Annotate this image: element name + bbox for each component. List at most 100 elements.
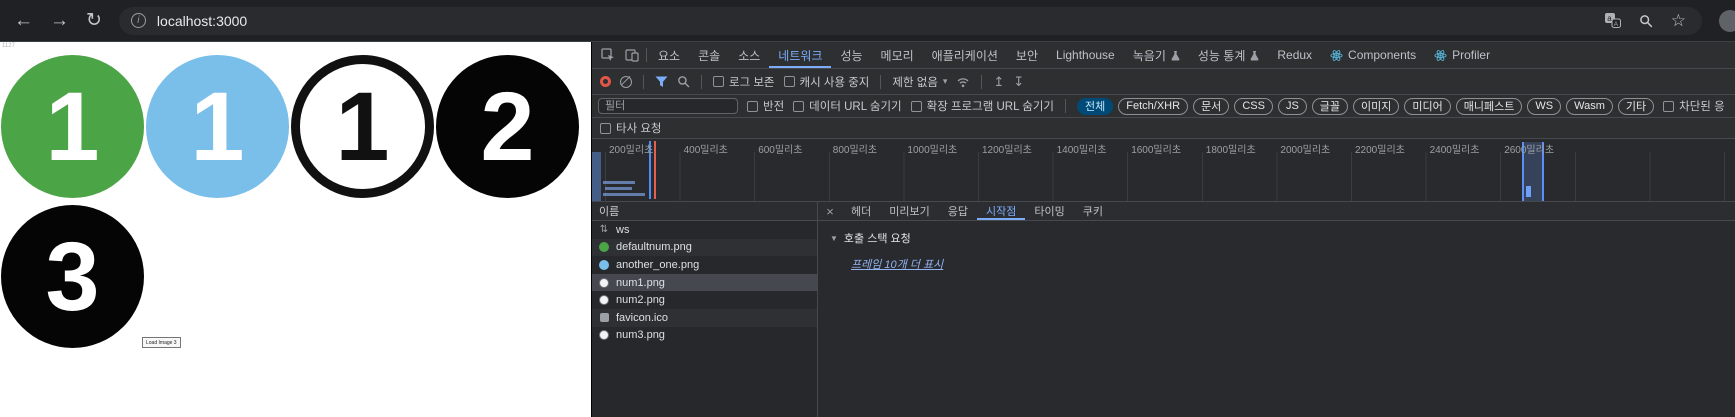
record-network-log-icon[interactable] [600,76,611,87]
request-name: defaultnum.png [616,241,692,254]
page-content: 1127 11123 Load Image 3 [0,42,591,417]
show-more-frames-link[interactable]: 프레임 10개 더 표시 [851,256,943,272]
timeline-tick-label: 400밀리초 [683,145,728,156]
number-circle-3: 1 [291,55,434,198]
request-row[interactable]: another_one.png [592,256,817,274]
devtools-tab-network[interactable]: 네트워크 [769,42,831,68]
devtools-tab-lighthouse[interactable]: Lighthouse [1047,42,1124,68]
tab-label: 녹음기 [1132,48,1166,63]
disable-cache-checkbox[interactable]: 캐시 사용 중지 [783,74,869,90]
blocked-response-cookies-checkbox[interactable]: 차단된 응 [1663,98,1725,114]
filter-chip-3[interactable]: CSS [1234,97,1273,115]
checkbox-label: 확장 프로그램 URL 숨기기 [926,101,1055,113]
bookmark-star-icon[interactable]: ☆ [1671,11,1686,31]
detail-tab-5[interactable]: 쿠키 [1074,202,1112,220]
devtools-tab-performance-insights[interactable]: 성능 통계 [1189,42,1269,68]
request-row[interactable]: num1.png [592,273,817,292]
tab-label: 메모리 [880,48,914,63]
filter-chip-9[interactable]: WS [1527,97,1562,115]
devtools-tab-components[interactable]: Components [1321,42,1425,68]
request-details-panel: × 헤더 미리보기 응답 시작점 타이밍 쿠키 ▼ 호출 스택 요청 프레임 10개 더 … [818,202,1735,417]
devtools-tab-profiler[interactable]: Profiler [1425,42,1499,68]
close-icon[interactable]: × [818,202,842,220]
site-info-icon[interactable]: i [130,13,146,28]
timeline-request-bar [1526,186,1531,197]
checkbox-label: 차단된 응 [1679,101,1725,113]
devtools-tab-security[interactable]: 보안 [1007,42,1047,68]
detail-tab-2[interactable]: 응답 [939,202,977,220]
invert-filter-checkbox[interactable]: 반전 [747,98,784,114]
back-button[interactable]: ← [14,11,33,30]
reload-button[interactable]: ↻ [86,11,102,30]
filter-chip-2[interactable]: 문서 [1193,97,1230,115]
inspect-element-icon[interactable] [596,42,620,68]
separator [646,48,647,62]
network-overview[interactable]: 200밀리초 400밀리초 600밀리초 800밀리초 1000밀리초 1200밀리초 14… [592,139,1735,202]
device-toolbar-icon[interactable] [620,42,644,68]
request-row[interactable]: defaultnum.png [592,238,817,257]
zoom-icon[interactable] [1639,14,1653,28]
flask-icon [1250,50,1259,60]
devtools-tab-application[interactable]: 애플리케이션 [923,42,1007,68]
filter-chip-4[interactable]: JS [1277,97,1307,115]
load-image-button[interactable]: Load Image 3 [142,337,181,348]
devtools-tab-console[interactable]: 콘솔 [689,42,729,68]
request-row[interactable]: favicon.ico [592,308,817,327]
file-thumbnail-icon [598,294,610,306]
timeline-tick-label: 1000밀리초 [907,145,958,156]
translate-icon[interactable]: aA [1604,12,1621,29]
filter-chip-10[interactable]: Wasm [1566,97,1613,115]
name-column-header[interactable]: 이름 [592,202,817,221]
filter-chip-5[interactable]: 글꼴 [1311,97,1349,115]
tab-label: 성능 통계 [1197,48,1246,63]
filter-funnel-icon[interactable] [655,76,668,88]
search-icon[interactable] [677,75,690,88]
request-row[interactable]: num3.png [592,327,817,345]
tab-label: 요소 [658,48,681,63]
filter-input[interactable] [598,98,738,114]
number-circle-5: 3 [1,205,144,348]
detail-tab-0[interactable]: 헤더 [842,202,880,220]
import-har-icon[interactable]: ↥ [993,75,1004,88]
request-name: ws [616,223,630,236]
react-icon [1434,49,1447,61]
detail-tab-1[interactable]: 미리보기 [880,202,938,220]
filter-chip-1[interactable]: Fetch/XHR [1118,97,1189,115]
hide-extension-urls-checkbox[interactable]: 확장 프로그램 URL 숨기기 [910,98,1055,114]
filter-chip-6[interactable]: 이미지 [1353,97,1400,115]
devtools-tab-sources[interactable]: 소스 [729,42,769,68]
timeline-tick-label: 1200밀리초 [982,145,1032,156]
url-text[interactable]: localhost:3000 [157,13,1593,29]
request-row[interactable]: num2.png [592,291,817,309]
request-name: favicon.ico [616,311,668,324]
react-icon [1330,49,1343,61]
profile-avatar-icon[interactable] [1719,9,1735,32]
forward-button[interactable]: → [50,11,69,30]
devtools-tab-redux[interactable]: Redux [1268,42,1321,68]
devtools-tab-performance[interactable]: 성능 [831,42,871,68]
address-bar[interactable]: i localhost:3000 aA ☆ [118,6,1702,35]
detail-tab-3[interactable]: 시작점 [977,202,1025,220]
tab-label: Components [1348,48,1417,62]
devtools-tab-recorder[interactable]: 녹음기 [1124,42,1189,68]
export-har-icon[interactable]: ↧ [1013,75,1024,88]
throttling-dropdown[interactable]: 제한 없음 ▾ [892,74,947,90]
filter-chip-8[interactable]: 매니페스트 [1455,97,1523,115]
request-name: num1.png [616,276,665,289]
devtools-tab-elements[interactable]: 요소 [649,42,689,68]
preserve-log-checkbox[interactable]: 로그 보존 [713,74,775,90]
detail-tab-4[interactable]: 타이밍 [1025,202,1073,220]
request-row[interactable]: ⇅ ws [592,221,817,239]
devtools-tab-memory[interactable]: 메모리 [872,42,923,68]
call-stack-section[interactable]: ▼ 호출 스택 요청 [830,230,1723,246]
filter-chip-7[interactable]: 미디어 [1404,97,1451,115]
checkbox-icon [600,122,611,134]
request-detail-tabbar: × 헤더 미리보기 응답 시작점 타이밍 쿠키 [818,202,1735,221]
third-party-requests-checkbox[interactable]: 타사 요청 [600,120,662,136]
hide-data-urls-checkbox[interactable]: 데이터 URL 숨기기 [793,98,902,114]
filter-chip-0[interactable]: 전체 [1077,97,1114,115]
clear-network-log-icon[interactable] [620,75,632,88]
tab-label: 네트워크 [778,48,823,63]
network-conditions-icon[interactable] [956,76,970,88]
filter-chip-11[interactable]: 기타 [1617,97,1655,115]
